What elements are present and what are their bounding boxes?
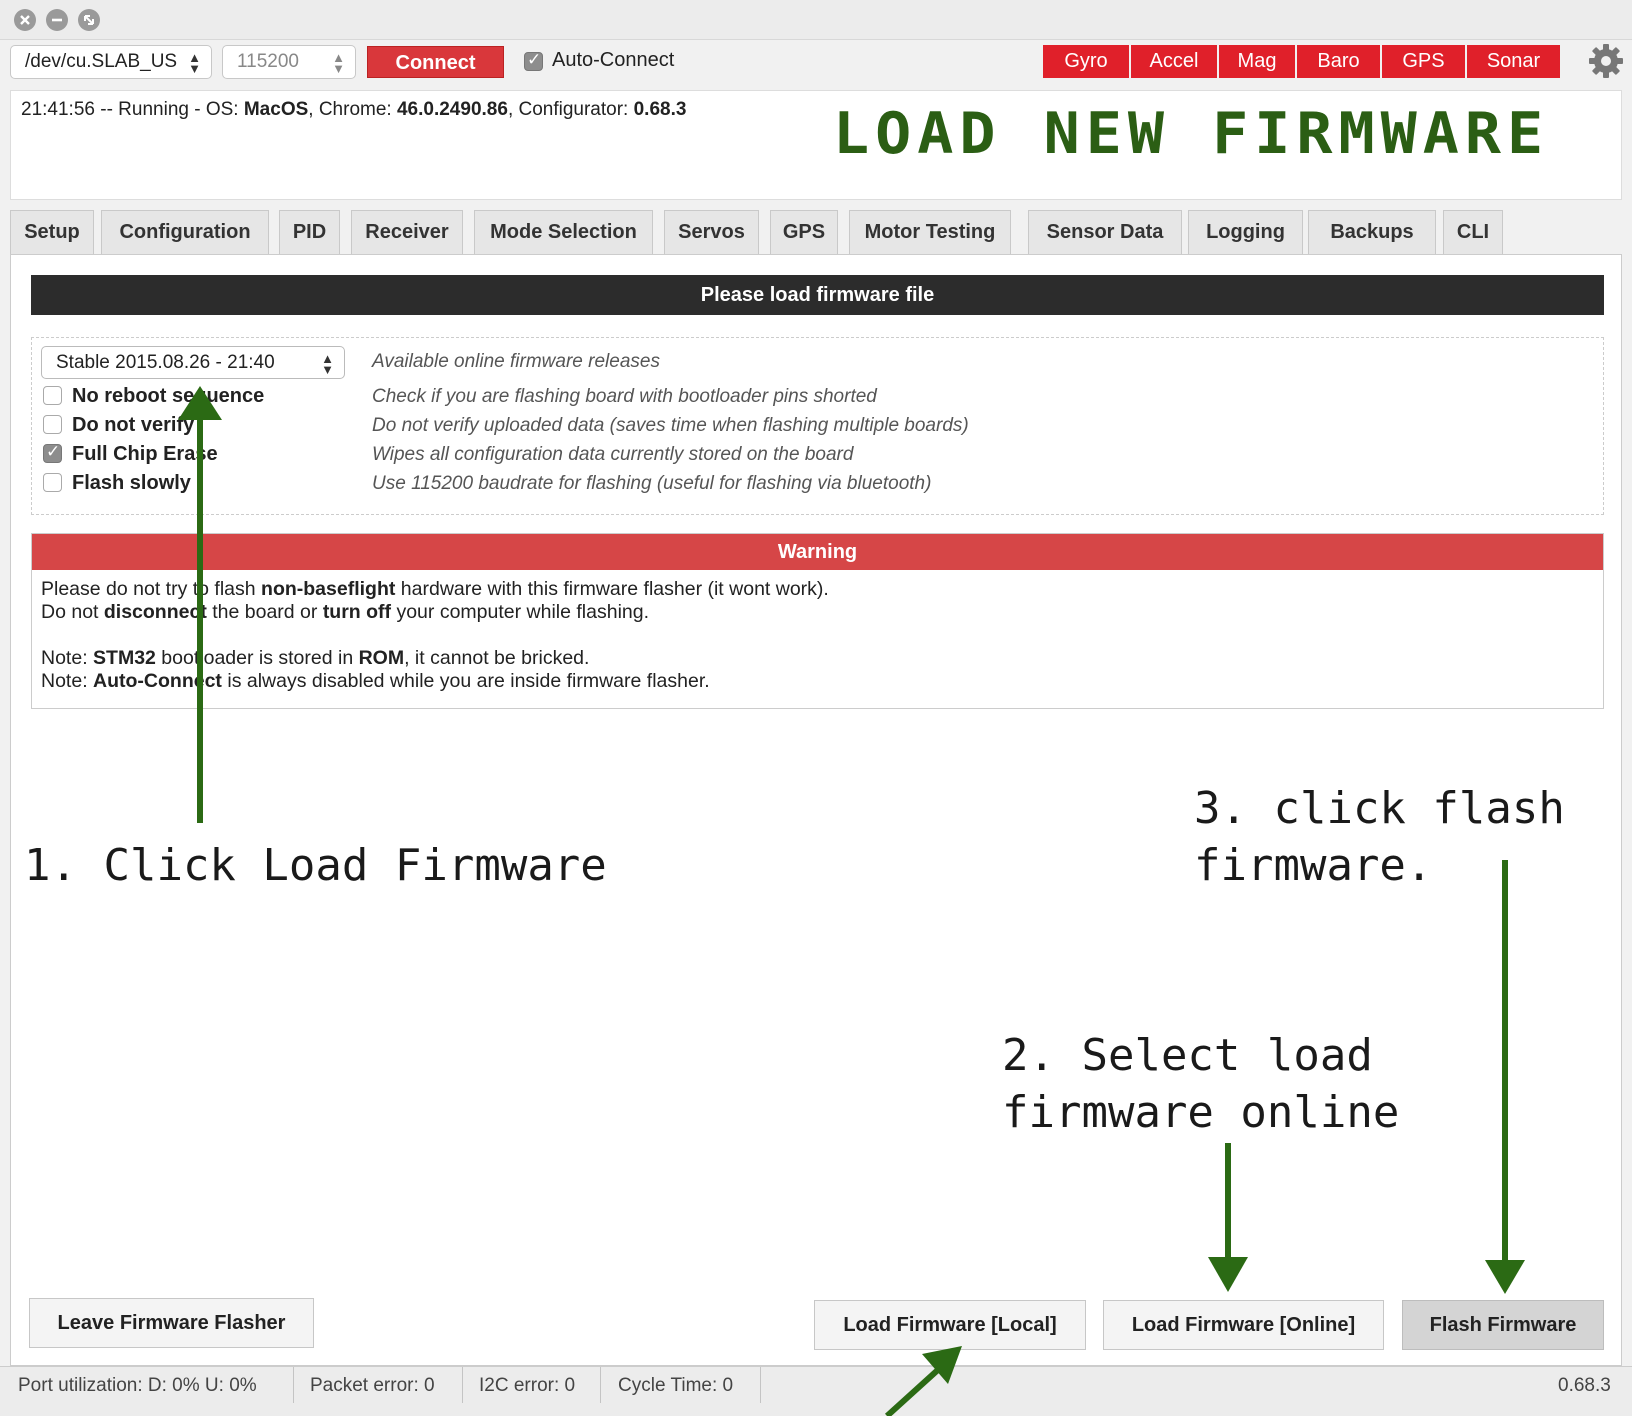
- annotation-step-2-line-2: firmware online: [1002, 1087, 1400, 1138]
- annotation-arrows: [178, 386, 1525, 1416]
- annotation-step-3-line-2: firmware.: [1194, 840, 1433, 891]
- annotation-step-2-line-1: 2. Select load: [1002, 1030, 1373, 1081]
- arrowhead-up: [178, 386, 222, 420]
- arrow-to-load-local: [884, 1365, 943, 1416]
- arrowhead-down: [1485, 1260, 1525, 1294]
- arrowhead-down: [1208, 1257, 1248, 1292]
- annotation-step-3-line-1: 3. click flash: [1194, 783, 1565, 834]
- annotation-step-1: 1. Click Load Firmware: [24, 840, 607, 891]
- app-window: /dev/cu.SLAB_US ▲▼ 115200 ▲▼ Connect Aut…: [0, 0, 1632, 1416]
